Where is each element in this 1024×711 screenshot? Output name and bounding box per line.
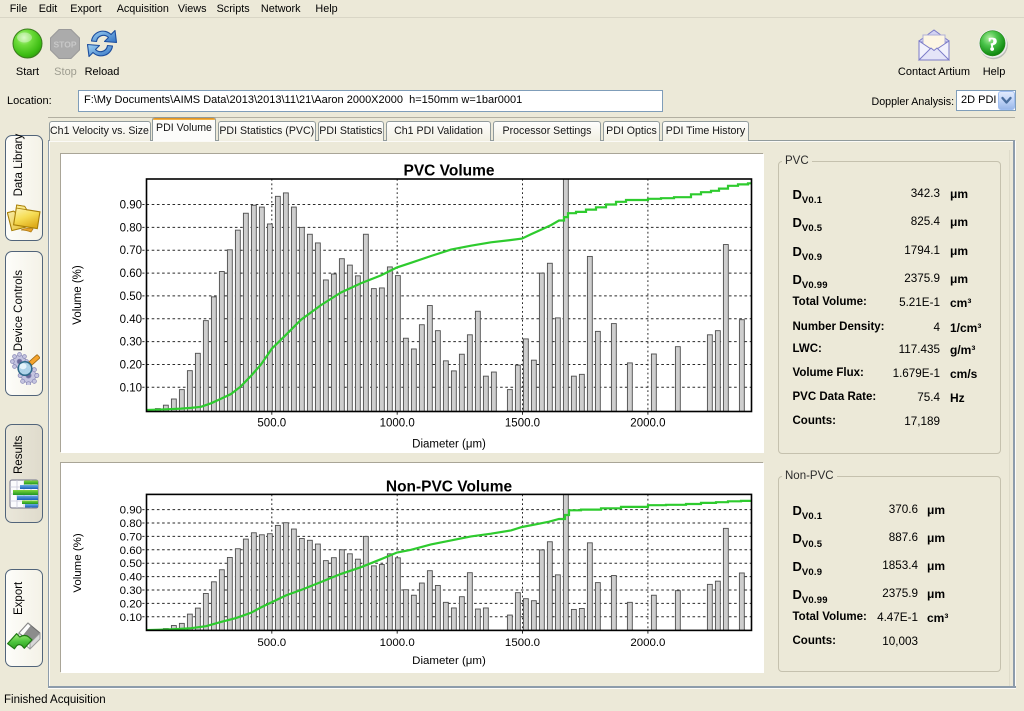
svg-text:1500.0: 1500.0 <box>505 418 540 430</box>
svg-text:0.70: 0.70 <box>120 531 142 543</box>
svg-text:?: ? <box>988 35 998 56</box>
svg-text:0.90: 0.90 <box>120 200 142 212</box>
svg-text:0.20: 0.20 <box>120 598 142 610</box>
svg-text:0.10: 0.10 <box>120 382 142 394</box>
svg-text:PVC Volume: PVC Volume <box>403 163 494 180</box>
svg-text:STOP: STOP <box>54 40 77 50</box>
svg-text:Volume (%): Volume (%) <box>72 533 84 593</box>
svg-text:0.30: 0.30 <box>120 584 142 596</box>
svg-text:0.30: 0.30 <box>120 337 142 349</box>
svg-text:2000.0: 2000.0 <box>630 636 665 648</box>
svg-text:0.60: 0.60 <box>120 544 142 556</box>
svg-text:0.70: 0.70 <box>120 245 142 257</box>
svg-text:Volume (%): Volume (%) <box>72 265 84 325</box>
svg-text:0.80: 0.80 <box>120 517 142 529</box>
svg-text:Diameter (μm): Diameter (μm) <box>412 654 486 666</box>
svg-text:0.10: 0.10 <box>120 611 142 623</box>
svg-text:0.90: 0.90 <box>120 504 142 516</box>
svg-text:0.80: 0.80 <box>120 222 142 234</box>
svg-text:0.20: 0.20 <box>120 360 142 372</box>
svg-text:2000.0: 2000.0 <box>630 418 665 430</box>
svg-text:Non-PVC Volume: Non-PVC Volume <box>386 478 513 495</box>
svg-text:0.40: 0.40 <box>120 571 142 583</box>
svg-text:0.50: 0.50 <box>120 558 142 570</box>
svg-text:0.50: 0.50 <box>120 291 142 303</box>
svg-text:0.40: 0.40 <box>120 314 142 326</box>
svg-text:500.0: 500.0 <box>257 418 286 430</box>
svg-text:500.0: 500.0 <box>257 636 286 648</box>
svg-text:1000.0: 1000.0 <box>380 636 415 648</box>
svg-text:1500.0: 1500.0 <box>505 636 540 648</box>
svg-text:1000.0: 1000.0 <box>380 418 415 430</box>
svg-text:0.60: 0.60 <box>120 268 142 280</box>
svg-text:Diameter (μm): Diameter (μm) <box>412 439 486 451</box>
